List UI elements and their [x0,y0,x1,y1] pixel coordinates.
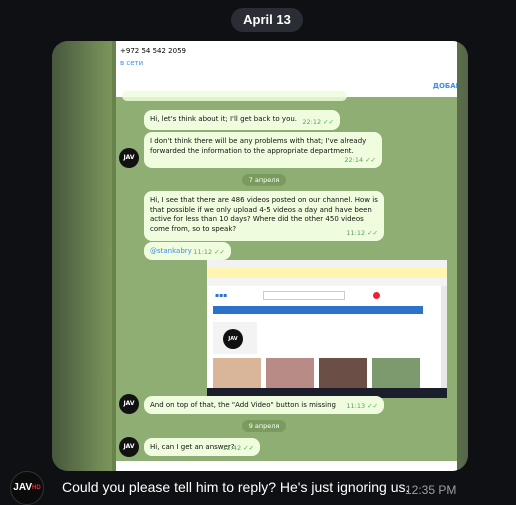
site-nav [213,306,423,314]
message-time: 11:12 ✓✓ [346,228,378,237]
double-check-icon: ✓✓ [243,443,254,452]
site-logo: ▪▪▪ [215,292,228,299]
video-thumb [266,358,314,388]
message-text: And on top of that, the "Add Video" butt… [150,401,336,409]
channel-logo: JAV [223,329,243,349]
date-divider: 7 апреля [242,174,286,186]
contact-phone: +972 54 542 2059 [120,47,186,55]
reply-message-text: Could you please tell him to reply? He's… [62,479,410,495]
inner-chat-screenshot: +972 54 542 2059 в сети ДОБАВ Hi, let's … [116,41,457,471]
date-divider: 9 апреля [242,420,286,432]
blur-left [52,41,112,471]
video-thumb [372,358,420,388]
message-bubble: I don't think there will be any problems… [144,132,382,168]
message-bubble: @stankabry 11:12 ✓✓ [144,242,231,260]
message-bubble: Hi, can I get an answer? 12:42 ✓✓ [144,438,260,456]
message-time: 12:42 ✓✓ [222,443,254,452]
video-thumb [213,358,261,388]
message-text: Hi, I see that there are 486 videos post… [150,196,378,233]
inner-chat-header: +972 54 542 2059 в сети ДОБАВ [116,41,457,97]
sender-avatar[interactable]: JAVHD [10,471,44,505]
cut-message [122,91,347,101]
reply-message-time: 12:35 PM [405,483,457,497]
screenshot-image[interactable]: +972 54 542 2059 в сети ДОБАВ Hi, let's … [52,41,468,471]
message-bubble: Hi, let's think about it; I'll get back … [144,110,340,130]
add-contact-button: ДОБАВ [432,82,457,90]
record-icon [373,292,380,299]
avatar: JAV [119,437,139,457]
message-text: Hi, let's think about it; I'll get back … [150,115,298,123]
embedded-browser-screenshot: ▪▪▪ JAV [207,260,447,398]
date-header: April 13 [231,8,303,32]
double-check-icon: ✓✓ [323,117,334,126]
avatar: JAV [119,148,139,168]
message-time: 11:12 ✓✓ [193,247,225,256]
message-text: I don't think there will be any problems… [150,137,367,155]
double-check-icon: ✓✓ [214,247,225,256]
double-check-icon: ✓✓ [365,155,376,164]
double-check-icon: ✓✓ [367,228,378,237]
message-bubble: Hi, I see that there are 486 videos post… [144,191,384,241]
message-time: 11:13 ✓✓ [346,401,378,410]
inner-input-bar [116,461,457,471]
mention-link: @stankabry [150,247,192,255]
site-search [263,291,345,300]
contact-status: в сети [120,59,144,67]
double-check-icon: ✓✓ [367,401,378,410]
message-time: 22:14 ✓✓ [344,155,376,164]
video-thumb [319,358,367,388]
message-bubble: And on top of that, the "Add Video" butt… [144,396,384,414]
avatar: JAV [119,394,139,414]
message-time: 22:12 ✓✓ [302,117,334,126]
